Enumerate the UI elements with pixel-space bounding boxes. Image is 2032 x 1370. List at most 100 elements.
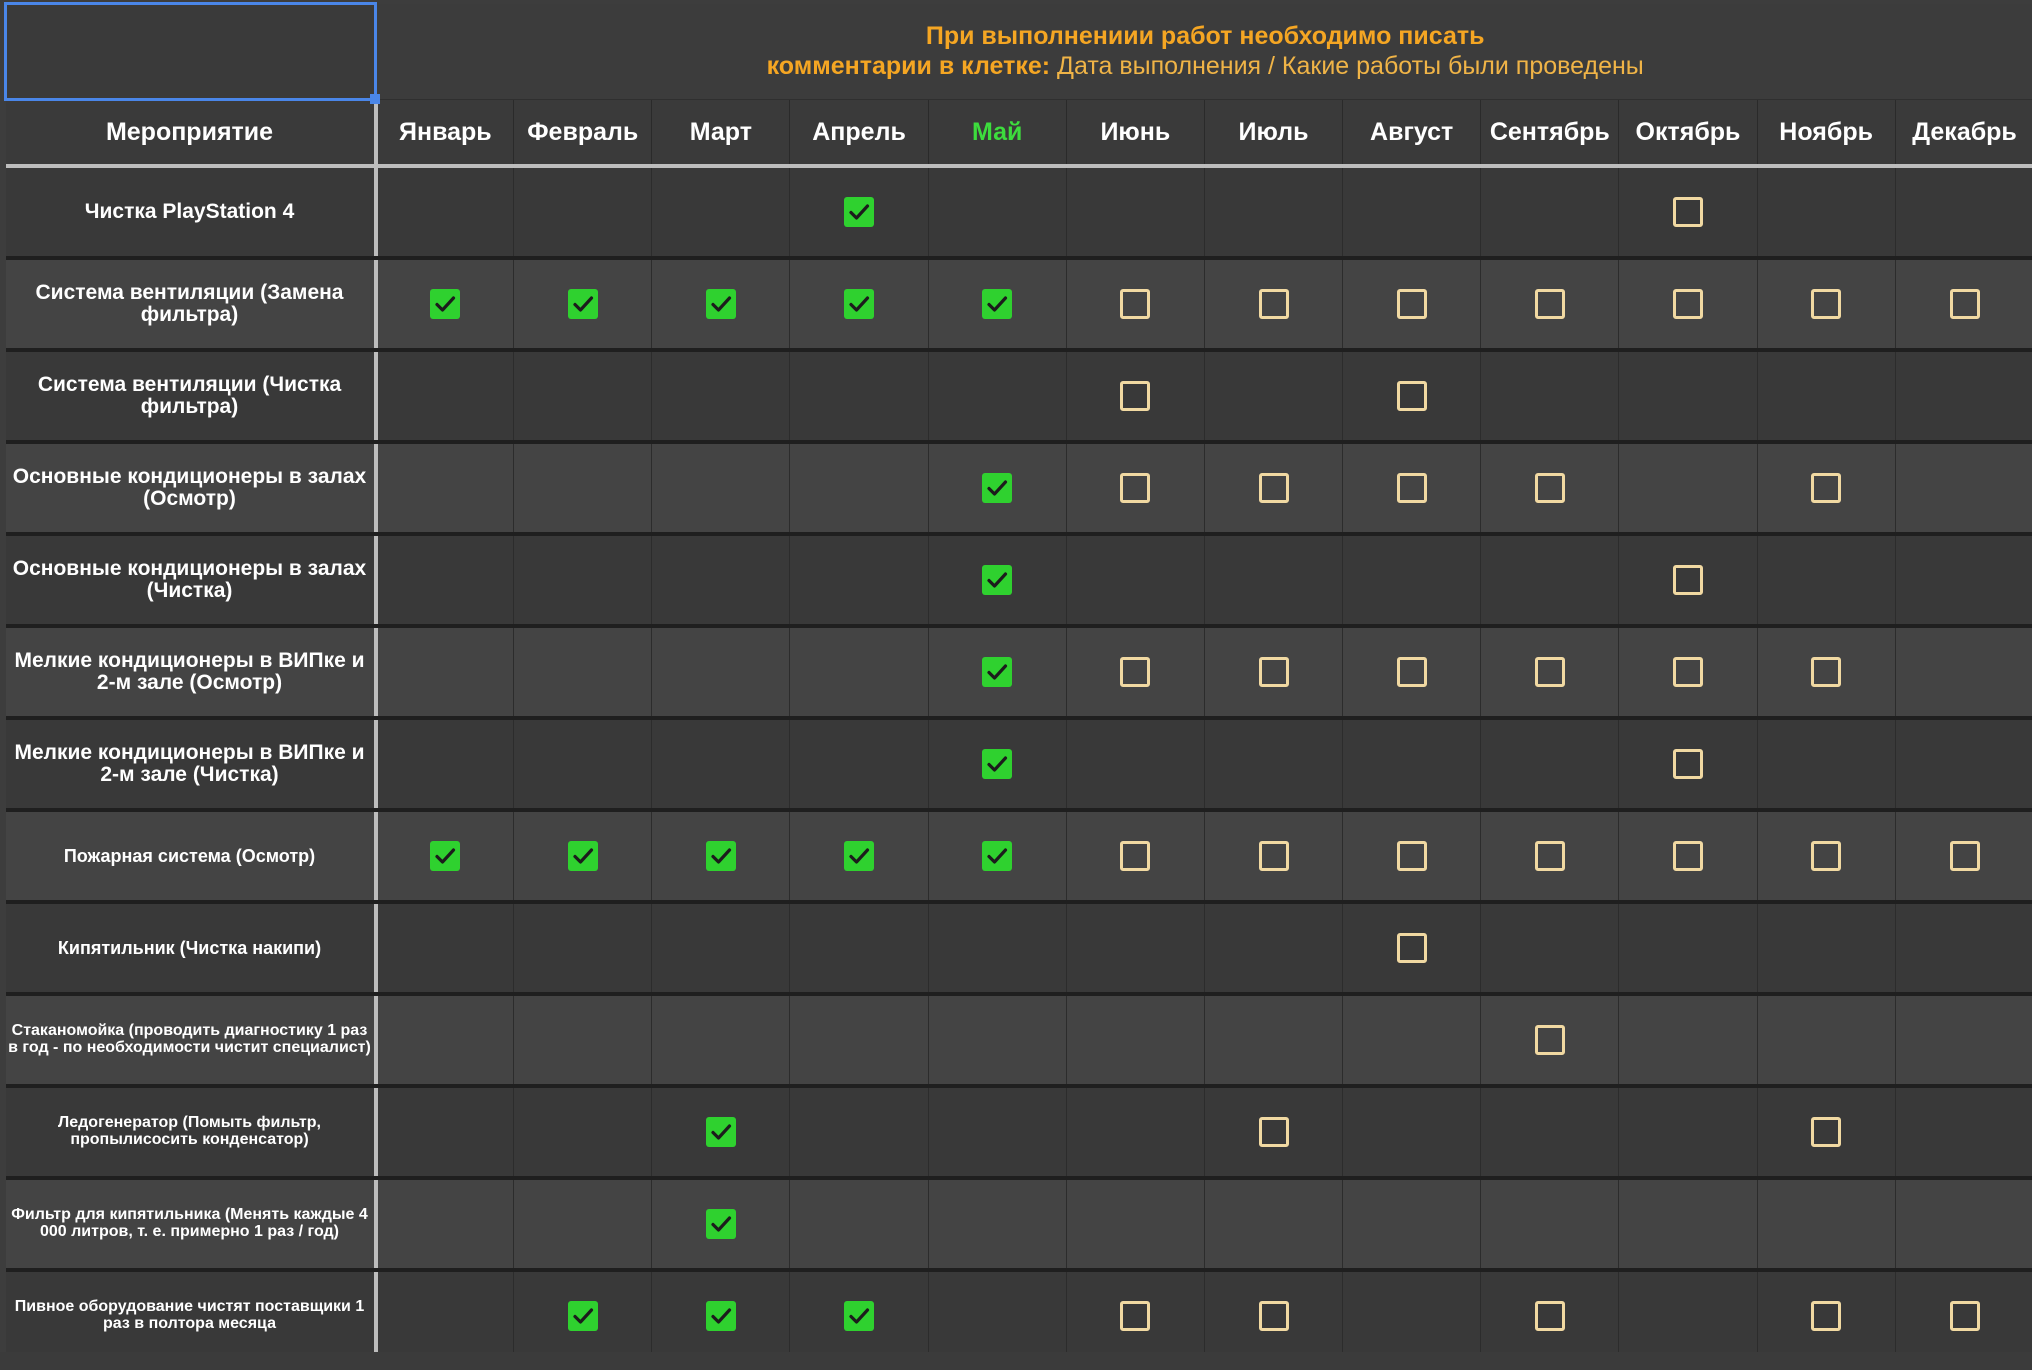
month-cell[interactable] <box>1203 1178 1343 1272</box>
month-cell[interactable] <box>1203 258 1343 352</box>
empty-checkbox-icon[interactable] <box>1258 657 1289 687</box>
checked-checkbox-icon[interactable] <box>844 289 875 319</box>
month-cell[interactable] <box>789 626 929 720</box>
month-cell[interactable] <box>789 258 929 352</box>
month-cell[interactable] <box>1894 1178 2032 1272</box>
empty-checkbox-icon[interactable] <box>1534 841 1565 871</box>
month-cell[interactable] <box>1894 902 2032 996</box>
empty-checkbox-icon[interactable] <box>1258 841 1289 871</box>
month-cell[interactable] <box>1480 994 1619 1088</box>
month-cell[interactable] <box>1065 166 1205 260</box>
checked-checkbox-icon[interactable] <box>982 289 1013 319</box>
empty-checkbox-icon[interactable] <box>1120 657 1151 687</box>
month-cell[interactable] <box>1065 350 1205 444</box>
checked-checkbox-icon[interactable] <box>982 473 1013 503</box>
month-cell[interactable] <box>651 1270 790 1364</box>
checked-checkbox-icon[interactable] <box>705 1301 736 1331</box>
month-cell[interactable] <box>1203 902 1343 996</box>
empty-checkbox-icon[interactable] <box>1949 1301 1980 1331</box>
empty-checkbox-icon[interactable] <box>1396 841 1427 871</box>
empty-checkbox-icon[interactable] <box>1396 933 1427 963</box>
empty-checkbox-icon[interactable] <box>1672 565 1703 595</box>
empty-checkbox-icon[interactable] <box>1811 657 1842 687</box>
task-column-header[interactable]: Мероприятие <box>5 99 378 168</box>
month-cell[interactable] <box>1894 166 2032 260</box>
checked-checkbox-icon[interactable] <box>567 841 598 871</box>
month-header-current[interactable]: Май <box>927 99 1067 168</box>
task-name-cell[interactable]: Система вентиляции (Замена фильтра) <box>5 258 378 352</box>
empty-checkbox-icon[interactable] <box>1534 1025 1565 1055</box>
month-cell[interactable] <box>1480 258 1619 352</box>
month-cell[interactable] <box>651 994 790 1088</box>
month-cell[interactable] <box>1756 902 1896 996</box>
month-cell[interactable] <box>1756 994 1896 1088</box>
month-cell[interactable] <box>1618 442 1758 536</box>
month-cell[interactable] <box>1894 1270 2032 1364</box>
empty-checkbox-icon[interactable] <box>1258 1117 1289 1147</box>
empty-checkbox-icon[interactable] <box>1672 197 1703 227</box>
month-cell[interactable] <box>1618 994 1758 1088</box>
month-cell[interactable] <box>1342 442 1481 536</box>
month-cell[interactable] <box>927 534 1067 628</box>
month-cell[interactable] <box>927 350 1067 444</box>
month-cell[interactable] <box>927 902 1067 996</box>
month-cell[interactable] <box>1894 258 2032 352</box>
month-cell[interactable] <box>513 994 652 1088</box>
month-cell[interactable] <box>651 902 790 996</box>
month-cell[interactable] <box>1342 350 1481 444</box>
task-name-cell[interactable]: Кипятильник (Чистка накипи) <box>5 902 378 996</box>
month-cell[interactable] <box>513 1086 652 1180</box>
month-cell[interactable] <box>1342 626 1481 720</box>
month-cell[interactable] <box>1480 718 1619 812</box>
month-cell[interactable] <box>1894 994 2032 1088</box>
month-cell[interactable] <box>789 1178 929 1272</box>
month-cell[interactable] <box>1065 1086 1205 1180</box>
empty-checkbox-icon[interactable] <box>1534 657 1565 687</box>
task-name-cell[interactable]: Пивное оборудование чистят поставщики 1 … <box>5 1270 378 1364</box>
month-header[interactable]: Февраль <box>513 99 652 168</box>
month-cell[interactable] <box>651 442 790 536</box>
month-cell[interactable] <box>651 1086 790 1180</box>
month-cell[interactable] <box>513 718 652 812</box>
month-cell[interactable] <box>927 994 1067 1088</box>
month-cell[interactable] <box>374 1270 514 1364</box>
empty-checkbox-icon[interactable] <box>1672 289 1703 319</box>
month-cell[interactable] <box>927 810 1067 904</box>
fill-handle[interactable] <box>370 94 380 104</box>
month-cell[interactable] <box>374 902 514 996</box>
month-cell[interactable] <box>1203 350 1343 444</box>
month-header[interactable]: Январь <box>374 99 514 168</box>
checked-checkbox-icon[interactable] <box>430 841 461 871</box>
month-cell[interactable] <box>1894 350 2032 444</box>
month-cell[interactable] <box>1756 350 1896 444</box>
month-cell[interactable] <box>789 166 929 260</box>
empty-checkbox-icon[interactable] <box>1396 381 1427 411</box>
month-cell[interactable] <box>789 1086 929 1180</box>
month-cell[interactable] <box>513 810 652 904</box>
month-cell[interactable] <box>1756 258 1896 352</box>
month-cell[interactable] <box>1203 994 1343 1088</box>
month-cell[interactable] <box>1065 902 1205 996</box>
empty-checkbox-icon[interactable] <box>1672 841 1703 871</box>
month-cell[interactable] <box>789 994 929 1088</box>
month-cell[interactable] <box>374 258 514 352</box>
month-cell[interactable] <box>513 902 652 996</box>
month-cell[interactable] <box>651 1178 790 1272</box>
month-cell[interactable] <box>1894 718 2032 812</box>
month-cell[interactable] <box>927 718 1067 812</box>
month-cell[interactable] <box>513 1178 652 1272</box>
month-cell[interactable] <box>651 534 790 628</box>
month-cell[interactable] <box>374 994 514 1088</box>
month-cell[interactable] <box>1894 534 2032 628</box>
empty-checkbox-icon[interactable] <box>1120 381 1151 411</box>
month-cell[interactable] <box>1480 1270 1619 1364</box>
month-cell[interactable] <box>513 258 652 352</box>
task-name-cell[interactable]: Основные кондиционеры в залах (Осмотр) <box>5 442 378 536</box>
month-cell[interactable] <box>1065 626 1205 720</box>
month-cell[interactable] <box>789 350 929 444</box>
month-header[interactable]: Июль <box>1203 99 1343 168</box>
month-cell[interactable] <box>513 1270 652 1364</box>
checked-checkbox-icon[interactable] <box>705 1209 736 1239</box>
month-cell[interactable] <box>789 534 929 628</box>
month-cell[interactable] <box>651 350 790 444</box>
